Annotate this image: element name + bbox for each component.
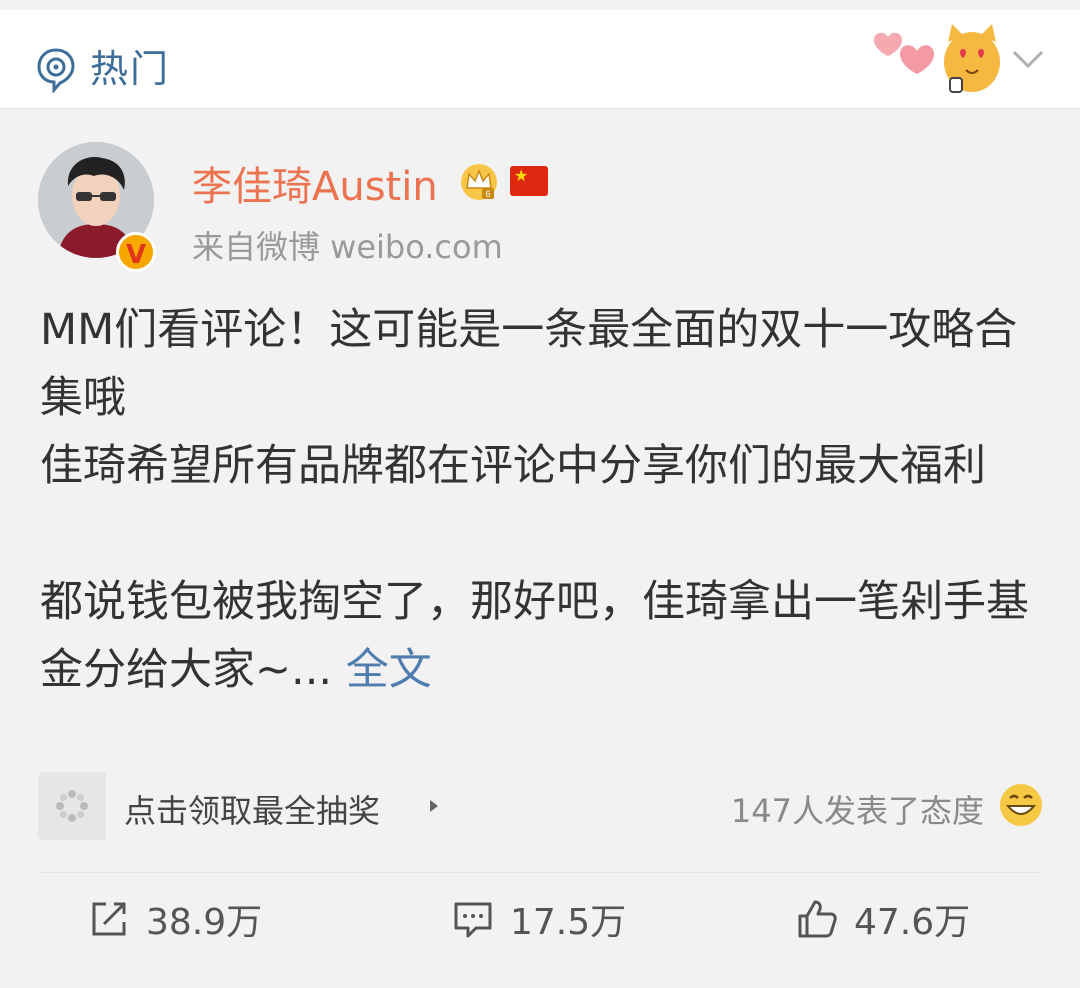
post-body: MM们看评论！这可能是一条最全面的双十一攻略合集哦 佳琦希望所有品牌都在评论中分…: [40, 296, 1040, 704]
comment-button[interactable]: 17.5万: [452, 894, 626, 944]
vip-crown-icon: 6: [461, 164, 497, 200]
body-line: 佳琦希望所有品牌都在评论中分享你们的最大福利: [40, 441, 986, 491]
arrow-right-icon: [430, 800, 438, 812]
lottery-card[interactable]: 点击领取最全抽奖: [38, 772, 458, 840]
thumbs-up-icon: [798, 900, 837, 938]
divider: [38, 872, 1042, 873]
like-count: 47.6万: [854, 902, 971, 943]
body-line: 都说钱包被我掏空了，那好吧，佳琦拿出一笔剁手基金分给大家~... 全文: [40, 568, 1040, 704]
china-flag-icon: ★: [510, 166, 548, 196]
full-text-link[interactable]: 全文: [346, 645, 432, 695]
comment-icon: [454, 902, 492, 938]
lottery-label: 点击领取最全抽奖: [124, 792, 381, 830]
lottery-flower-icon: [56, 790, 88, 822]
smile-emoji-icon[interactable]: [998, 782, 1044, 828]
post-source: 来自微博 weibo.com: [192, 228, 503, 266]
svg-text:6: 6: [485, 189, 490, 199]
action-bar: 38.9万 17.5万 47.6万: [0, 880, 1080, 960]
attitude-count[interactable]: 147人发表了态度: [731, 786, 984, 832]
like-button[interactable]: 47.6万: [796, 894, 970, 944]
body-line: MM们看评论！这可能是一条最全面的双十一攻略合集哦: [40, 305, 1018, 423]
username-link[interactable]: 李佳琦Austin: [192, 154, 438, 212]
weibo-post: V 李佳琦Austin 6 ★ 来自微博 weibo.com MM们看评论！这可…: [0, 0, 1080, 943]
verified-badge: V: [116, 232, 156, 272]
repost-count: 38.9万: [146, 902, 263, 943]
repost-icon: [92, 902, 126, 936]
comment-count: 17.5万: [510, 902, 627, 943]
body-text: 都说钱包被我掏空了，那好吧，佳琦拿出一笔剁手基金分给大家~...: [40, 577, 1029, 695]
repost-button[interactable]: 38.9万: [88, 894, 262, 944]
